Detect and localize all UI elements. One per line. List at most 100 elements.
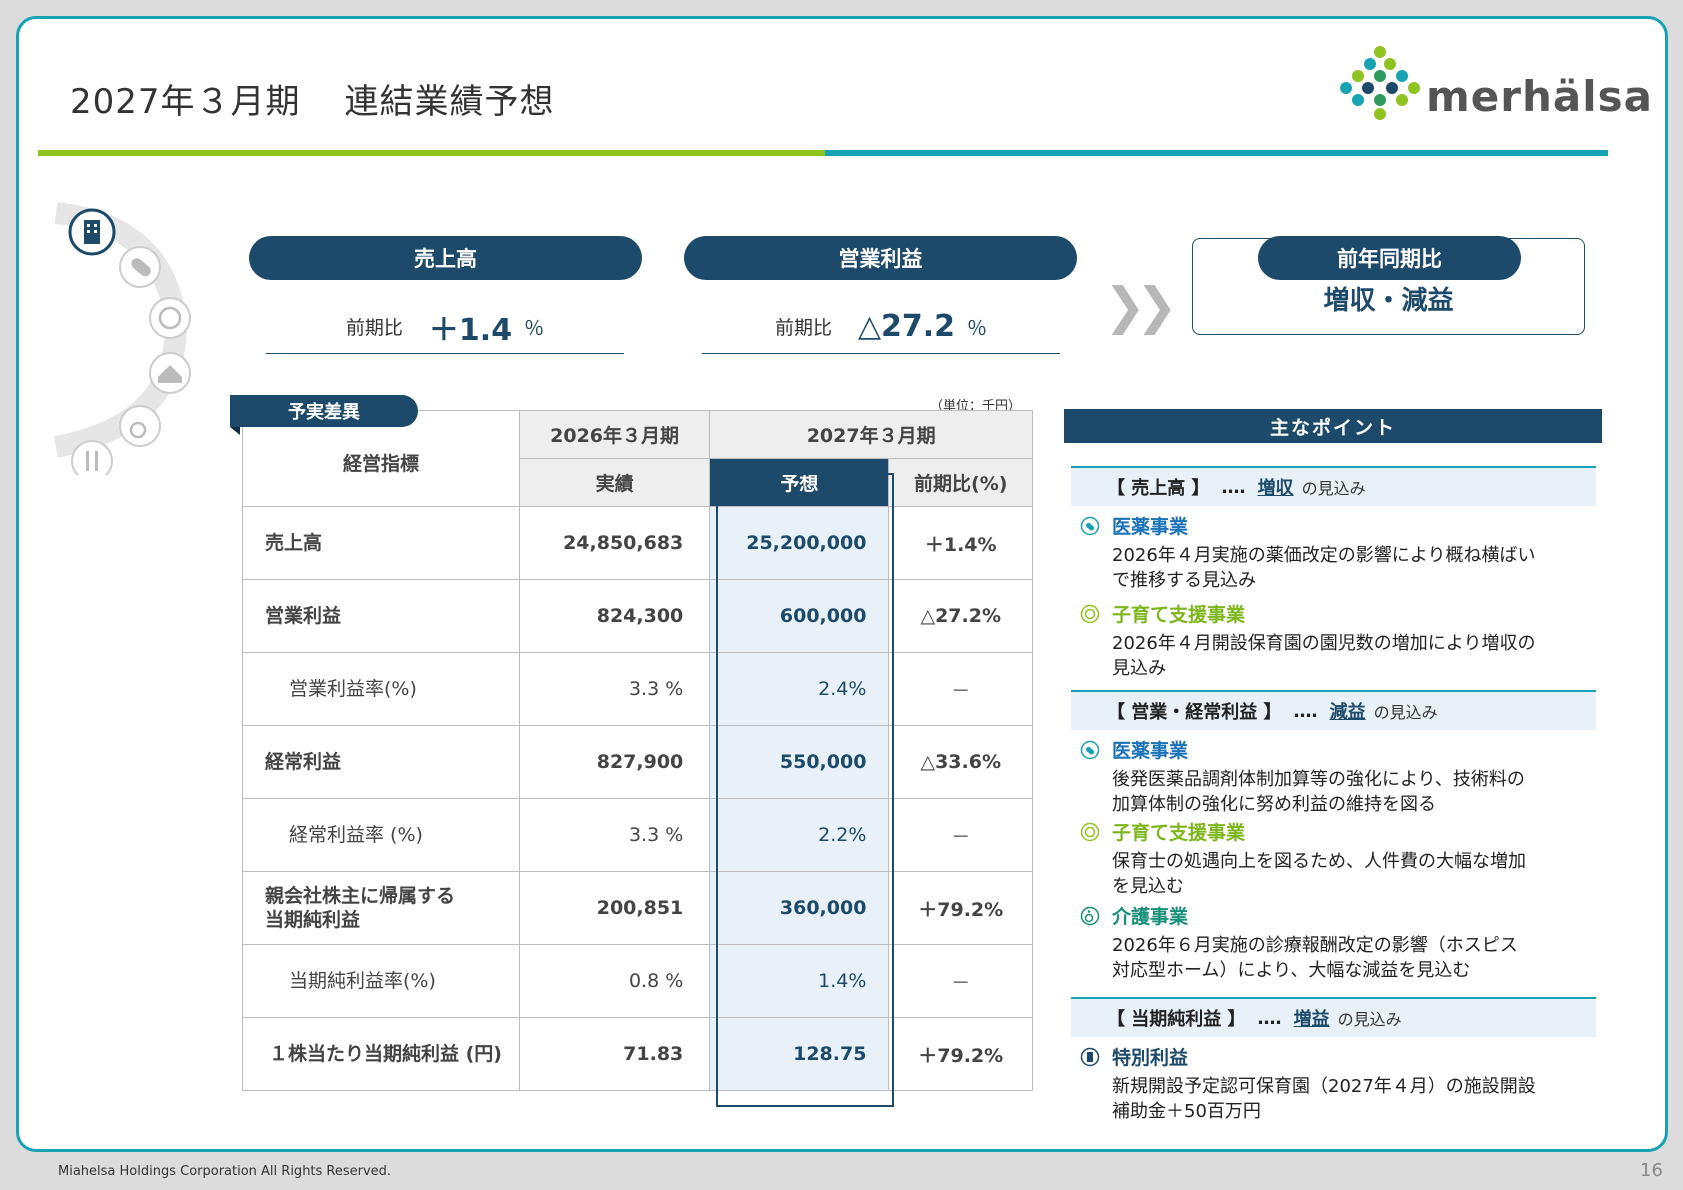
kpi-sales: 前期比 ＋1.4 ％ xyxy=(266,300,624,354)
wheelchair-icon xyxy=(1080,906,1100,925)
row-actual: 24,850,683 xyxy=(518,506,711,580)
kpi-label-operating-profit: 営業利益 xyxy=(684,236,1077,280)
point-head: 医薬事業 xyxy=(1080,736,1600,763)
point-item: 子育て支援事業 保育士の処遇向上を図るため、人件費の大幅な増加 を見込む xyxy=(1080,818,1600,899)
child-face-icon xyxy=(1080,604,1100,623)
row-name: 営業利益 xyxy=(242,579,520,653)
row-ratio: － xyxy=(888,652,1033,726)
point-desc: 後発医薬品調剤体制加算等の強化により、技術料の 加算体制の強化に努め利益の維持を図… xyxy=(1112,767,1600,817)
footer-copyright: Miahelsa Holdings Corporation All Rights… xyxy=(58,1164,392,1179)
building-icon xyxy=(1080,1047,1100,1066)
section-key: 【 当期純利益 】 xyxy=(1107,1009,1246,1030)
logo-mark-icon xyxy=(1340,46,1420,120)
point-head-text: 子育て支援事業 xyxy=(1112,604,1246,626)
row-name: 売上高 xyxy=(242,506,520,580)
point-head: 介護事業 xyxy=(1080,902,1600,929)
point-head: 医薬事業 xyxy=(1080,512,1600,539)
wheelchair-icon xyxy=(119,405,161,447)
row-actual: 3.3 % xyxy=(518,652,711,726)
yoy-label: 前年同期比 xyxy=(1258,236,1521,280)
table-tag-fold xyxy=(230,427,240,435)
section-tail: の見込み xyxy=(1373,703,1438,722)
point-head: 子育て支援事業 xyxy=(1080,818,1600,845)
kpi-value: ＋1.4 xyxy=(428,312,513,348)
point-head: 特別利益 xyxy=(1080,1043,1600,1070)
section-highlight: 増益 xyxy=(1293,1009,1330,1030)
point-item: 医薬事業 後発医薬品調剤体制加算等の強化により、技術料の 加算体制の強化に努め利益… xyxy=(1080,736,1600,817)
row-name: 営業利益率(%) xyxy=(242,652,520,726)
point-desc-line1: 2026年６月実施の診療報酬改定の影響（ホスピス xyxy=(1112,935,1518,956)
row-forecast: 2.4% xyxy=(709,652,890,726)
points-section-net-income: 【 当期純利益 】 ‥‥ 増益 の見込み xyxy=(1071,997,1596,1037)
row-actual: 71.83 xyxy=(518,1017,711,1091)
row-forecast: 128.75 xyxy=(709,1017,890,1091)
row-name: 経常利益率 (%) xyxy=(242,798,520,872)
yoy-value: 増収・減益 xyxy=(1323,286,1454,316)
point-desc-line1: 新規開設予定認可保育園（2027年４月）の施設開設 xyxy=(1112,1076,1536,1097)
child-face-icon xyxy=(1080,822,1100,841)
section-dots: ‥‥ xyxy=(1257,1007,1282,1029)
point-desc-line2: を見込む xyxy=(1112,876,1184,897)
row-forecast: 600,000 xyxy=(709,579,890,653)
table-row: １株当たり当期純利益 (円) 71.83 128.75 ＋79.2% xyxy=(242,1017,1033,1091)
point-desc: 2026年６月実施の診療報酬改定の影響（ホスピス 対応型ホーム）により、大幅な減益… xyxy=(1112,933,1600,983)
row-actual: 3.3 % xyxy=(518,798,711,872)
point-head: 子育て支援事業 xyxy=(1080,600,1600,627)
table-row: 親会社株主に帰属する 当期純利益 200,851 360,000 ＋79.2% xyxy=(242,871,1033,945)
row-ratio: ＋79.2% xyxy=(888,1017,1033,1091)
house-icon xyxy=(149,352,191,394)
cutlery-icon xyxy=(71,440,113,475)
logo-text: merhälsa xyxy=(1426,72,1653,121)
row-ratio: － xyxy=(888,944,1033,1018)
building-icon xyxy=(68,208,116,256)
section-key: 【 売上高 】 xyxy=(1107,478,1210,499)
kpi-unit: ％ xyxy=(967,316,988,340)
header-ratio: 前期比(%) xyxy=(888,458,1033,507)
point-desc-line1: 保育士の処遇向上を図るため、人件費の大幅な増加 xyxy=(1112,851,1526,872)
row-forecast: 25,200,000 xyxy=(709,506,890,580)
point-item: 子育て支援事業 2026年４月開設保育園の園児数の増加により増収の 見込み xyxy=(1080,600,1600,681)
business-icons-arc xyxy=(53,202,191,475)
point-desc: 新規開設予定認可保育園（2027年４月）の施設開設 補助金＋50百万円 xyxy=(1112,1074,1600,1124)
row-ratio: △33.6% xyxy=(888,725,1033,799)
table-row: 経常利益率 (%) 3.3 % 2.2% － xyxy=(242,798,1033,872)
child-face-icon xyxy=(149,297,191,339)
points-section-sales: 【 売上高 】 ‥‥ 増収 の見込み xyxy=(1071,466,1596,506)
row-name: 経常利益 xyxy=(242,725,520,799)
table-row: 営業利益率(%) 3.3 % 2.4% － xyxy=(242,652,1033,726)
row-ratio: △27.2% xyxy=(888,579,1033,653)
table-row: 売上高 24,850,683 25,200,000 ＋1.4% xyxy=(242,506,1033,580)
header-rule-teal xyxy=(825,150,1608,156)
table-row: 営業利益 824,300 600,000 △27.2% xyxy=(242,579,1033,653)
table-row: 当期純利益率(%) 0.8 % 1.4% － xyxy=(242,944,1033,1018)
point-desc: 2026年４月実施の薬価改定の影響により概ね横ばい で推移する見込み xyxy=(1112,543,1600,593)
row-actual: 827,900 xyxy=(518,725,711,799)
header-fy2026: 2026年３月期 xyxy=(518,410,711,459)
row-name: 当期純利益率(%) xyxy=(242,944,520,1018)
header-rule-green xyxy=(38,150,825,156)
point-head-text: 子育て支援事業 xyxy=(1112,822,1246,844)
medicine-icon xyxy=(1080,516,1100,535)
row-ratio: － xyxy=(888,798,1033,872)
row-actual: 200,851 xyxy=(518,871,711,945)
row-name: 親会社株主に帰属する 当期純利益 xyxy=(242,871,520,945)
section-highlight: 減益 xyxy=(1329,702,1366,723)
point-desc-line1: 2026年４月開設保育園の園児数の増加により増収の xyxy=(1112,633,1536,654)
point-head-text: 医薬事業 xyxy=(1112,740,1189,762)
point-desc-line1: 2026年４月実施の薬価改定の影響により概ね横ばい xyxy=(1112,545,1536,566)
kpi-label-sales: 売上高 xyxy=(249,236,642,280)
point-desc-line1: 後発医薬品調剤体制加算等の強化により、技術料の xyxy=(1112,769,1525,790)
table-tag: 予実差異 xyxy=(230,395,418,427)
point-head-text: 介護事業 xyxy=(1112,906,1189,928)
row-name-line2: 当期純利益 xyxy=(265,909,361,931)
header-fy2027: 2027年３月期 xyxy=(709,410,1033,459)
pill-icon xyxy=(119,246,161,288)
point-desc-line2: 加算体制の強化に努め利益の維持を図る xyxy=(1112,794,1436,815)
point-item: 介護事業 2026年６月実施の診療報酬改定の影響（ホスピス 対応型ホーム）により、… xyxy=(1080,902,1600,983)
point-item: 医薬事業 2026年４月実施の薬価改定の影響により概ね横ばい で推移する見込み xyxy=(1080,512,1600,593)
page-title: 2027年３月期 連結業績予想 xyxy=(70,74,555,123)
section-highlight: 増収 xyxy=(1257,478,1294,499)
point-head-text: 医薬事業 xyxy=(1112,516,1189,538)
points-title: 主なポイント xyxy=(1064,409,1602,443)
header-forecast: 予想 xyxy=(709,458,890,507)
